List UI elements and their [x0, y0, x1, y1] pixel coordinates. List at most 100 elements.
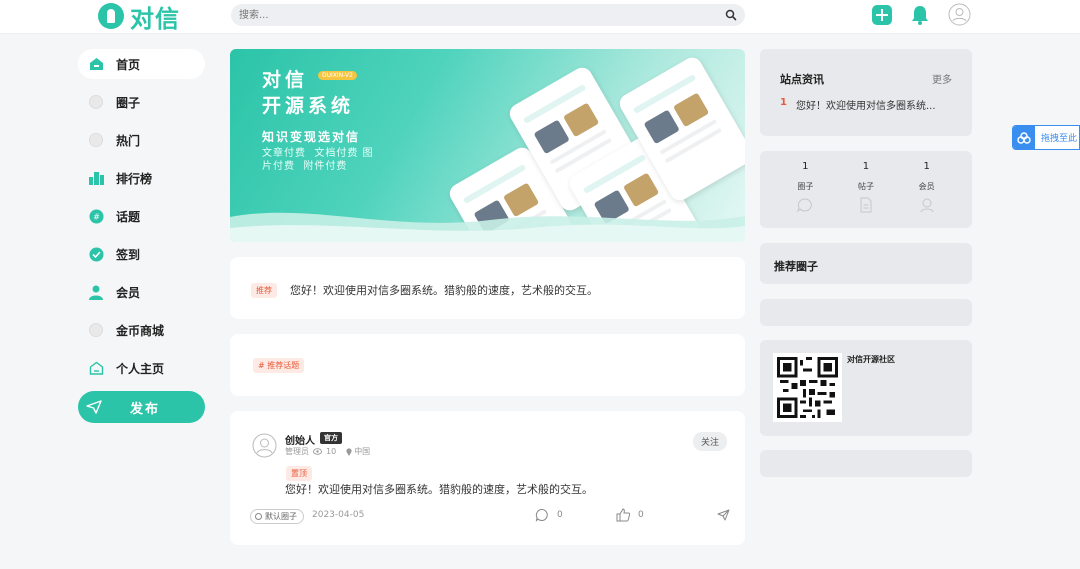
stat-label: 会员 — [918, 182, 935, 191]
like-button[interactable]: 0 — [616, 508, 644, 522]
svg-text:#: # — [93, 212, 100, 221]
site-news-card: 站点资讯 更多 1 您好！欢迎使用对信多圈系统... — [760, 49, 972, 136]
circle-name: 默认圈子 — [265, 512, 297, 521]
announcement-text: 您好！欢迎使用对信多圈系统。猎豹般的速度，艺术般的交互。 — [290, 284, 598, 297]
stat-value: 1 — [923, 161, 930, 172]
sidebar-item-label: 个人主页 — [116, 361, 165, 376]
thumbs-up-icon — [616, 508, 630, 522]
eye-icon — [313, 448, 322, 455]
bell-icon[interactable] — [910, 4, 930, 26]
promo-banner[interactable]: 对信 开源系统 DUIXIN-V2 知识变现选对信 文章付费 文档付费 图片付费… — [230, 49, 745, 242]
search-input[interactable] — [239, 4, 709, 26]
post-date: 2023-04-05 — [312, 510, 365, 520]
search-icon[interactable] — [725, 9, 737, 21]
qr-code-card: 对信开源社区 — [760, 340, 972, 436]
home-icon — [88, 56, 104, 72]
sidebar-item-profile[interactable]: 个人主页 — [78, 353, 205, 383]
post-card[interactable]: 创始人 官方 管理员 10 中国 关注 置顶 您好！欢迎使用对信多圈系统。猎豹般… — [230, 411, 745, 545]
sidebar-item-label: 排行榜 — [116, 171, 153, 186]
post-location: 中国 — [354, 447, 371, 456]
stat-value: 1 — [802, 161, 809, 172]
recommended-topic-tag[interactable]: # 推荐话题 — [253, 358, 305, 373]
top-header: 对信 — [0, 0, 1080, 34]
publish-label: 发布 — [130, 401, 161, 417]
post-meta: 管理员 10 中国 — [285, 446, 374, 457]
recommended-circles-title: 推荐圈子 — [774, 260, 818, 273]
location-icon — [346, 447, 352, 456]
member-icon — [88, 284, 104, 300]
sidebar-item-label: 话题 — [116, 209, 141, 224]
share-icon[interactable] — [717, 509, 730, 521]
logo-text: 对信 — [130, 4, 180, 33]
sidebar-item-coin-shop[interactable]: 金币商城 — [78, 315, 205, 345]
sidebar-item-label: 会员 — [116, 285, 141, 300]
recommend-tag: 推荐 — [251, 283, 277, 298]
site-news-title: 站点资讯 — [780, 73, 824, 86]
recommended-circles-card: 推荐圈子 — [760, 243, 972, 284]
banner-tags: 文章付费 文档付费 图片付费 附件付费 — [262, 147, 374, 173]
stat-members[interactable]: 1 会员 — [897, 161, 957, 228]
left-sidebar: 首页 圈子 热门 排行榜 # 话题 签到 会员 金币商城 个人主页 发布 — [78, 49, 205, 423]
circle-icon — [255, 513, 262, 520]
broken-image-icon — [88, 322, 104, 338]
sidebar-item-ranking[interactable]: 排行榜 — [78, 163, 205, 193]
qr-community-name: 对信开源社区 — [847, 355, 895, 364]
sidebar-item-label: 金币商城 — [116, 323, 165, 338]
pinned-tag: 置顶 — [286, 466, 312, 481]
banner-tag: 文档付费 — [314, 148, 359, 159]
stat-value: 1 — [862, 161, 870, 172]
drag-drop-label: 拖拽至此 — [1041, 134, 1078, 144]
sidebar-item-home[interactable]: 首页 — [78, 49, 205, 79]
drag-drop-button[interactable]: 拖拽至此 — [1012, 125, 1080, 150]
user-avatar-icon[interactable] — [948, 3, 971, 26]
sidebar-item-hot[interactable]: 热门 — [78, 125, 205, 155]
author-name[interactable]: 创始人 — [285, 432, 315, 447]
profile-home-icon — [88, 360, 104, 376]
add-icon[interactable] — [872, 5, 892, 25]
comment-button[interactable]: 0 — [535, 508, 563, 522]
follow-button[interactable]: 关注 — [693, 432, 728, 451]
post-circle-tag[interactable]: 默认圈子 — [250, 509, 304, 524]
recommended-topics-card: # 推荐话题 — [230, 334, 745, 396]
broken-image-icon — [88, 94, 104, 110]
site-news-more-link[interactable]: 更多 — [932, 71, 952, 86]
sidebar-item-label: 首页 — [116, 57, 141, 72]
stat-circles[interactable]: 1 圈子 — [775, 161, 835, 228]
stat-label: 圈子 — [797, 182, 814, 191]
author-avatar[interactable] — [252, 433, 277, 458]
stat-label: 帖子 — [857, 182, 874, 191]
banner-tag: 附件付费 — [303, 161, 348, 172]
banner-tag: 文章付费 — [262, 148, 306, 159]
official-badge: 官方 — [320, 432, 342, 444]
qr-code-image — [773, 353, 842, 422]
post-content[interactable]: 您好！欢迎使用对信多圈系统。猎豹般的速度，艺术般的交互。 — [285, 481, 593, 497]
send-icon — [86, 400, 102, 414]
banner-wave — [230, 212, 745, 242]
like-count: 0 — [638, 510, 644, 520]
news-item-link[interactable]: 您好！欢迎使用对信多圈系统... — [796, 97, 956, 112]
site-logo[interactable]: 对信 — [98, 0, 180, 33]
comment-icon — [535, 508, 548, 522]
banner-title-line2: 开源系统 — [262, 95, 355, 117]
sidebar-item-label: 热门 — [116, 133, 141, 148]
stat-posts[interactable]: 1 帖子 — [836, 161, 896, 228]
announcement-card[interactable]: 推荐 您好！欢迎使用对信多圈系统。猎豹般的速度，艺术般的交互。 — [230, 257, 745, 319]
view-count: 10 — [326, 447, 337, 456]
document-icon — [860, 197, 872, 213]
comment-count: 0 — [557, 510, 563, 520]
sidebar-item-member[interactable]: 会员 — [78, 277, 205, 307]
site-stats-card: 1 圈子 1 帖子 1 会员 — [760, 151, 972, 228]
author-role: 管理员 — [285, 447, 309, 456]
sidebar-item-topics[interactable]: # 话题 — [78, 201, 205, 231]
topic-icon: # — [88, 208, 104, 224]
sidebar-item-checkin[interactable]: 签到 — [78, 239, 205, 269]
checkin-icon — [88, 246, 104, 262]
sidebar-item-label: 圈子 — [116, 95, 141, 110]
cloud-icon — [1013, 126, 1035, 149]
news-rank-number: 1 — [780, 97, 787, 108]
banner-version-badge: DUIXIN-V2 — [318, 71, 357, 80]
member-icon — [920, 198, 934, 213]
sidebar-item-circles[interactable]: 圈子 — [78, 87, 205, 117]
circle-icon — [797, 198, 813, 213]
publish-button[interactable]: 发布 — [78, 391, 205, 423]
